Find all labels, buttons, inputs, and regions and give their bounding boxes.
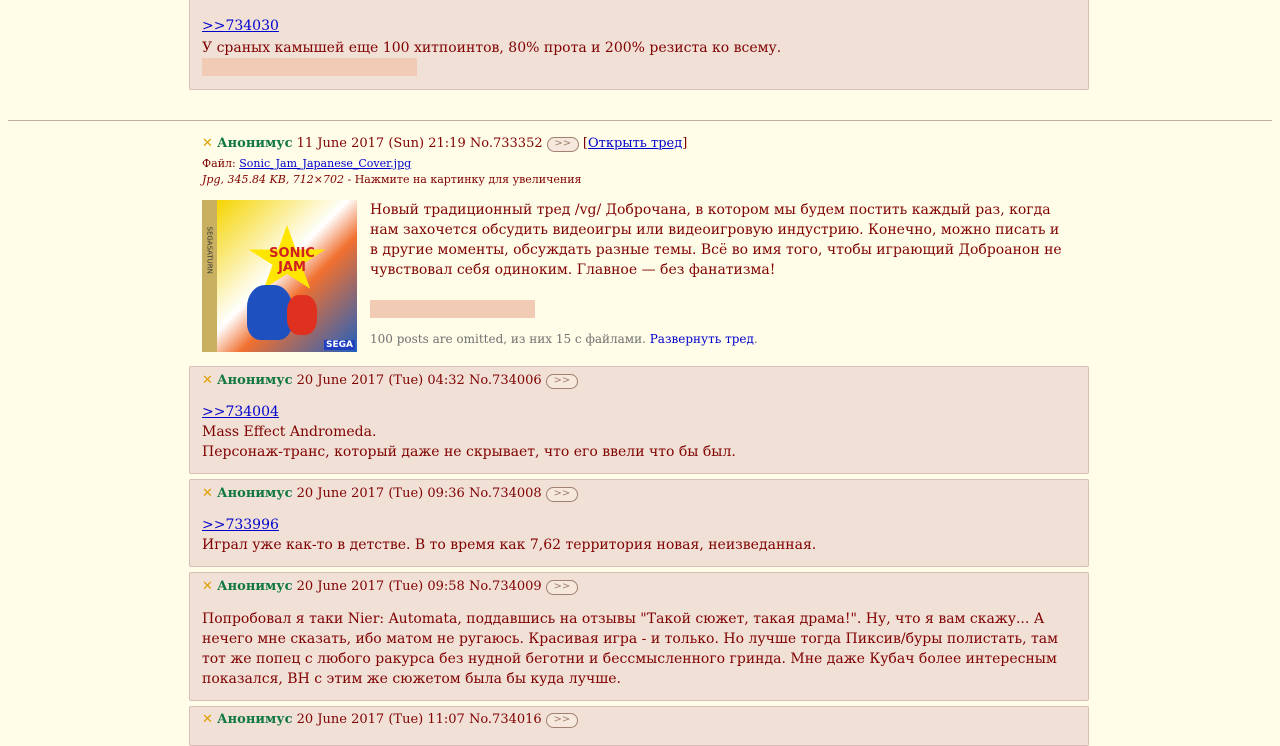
file-name-link[interactable]: Sonic_Jam_Japanese_Cover.jpg [239, 157, 411, 170]
post-number[interactable]: No.734006 [469, 373, 542, 388]
file-info: Файл: Sonic_Jam_Japanese_Cover.jpg [202, 157, 411, 170]
reply-button[interactable]: >> [545, 487, 578, 502]
post-quote-link[interactable]: >>734004 [202, 404, 279, 420]
reply-button[interactable]: >> [546, 137, 579, 152]
post-header: ✕ Анонимус 20 June 2017 (Tue) 09:36 No.7… [202, 486, 578, 502]
delete-mark-icon[interactable]: ✕ [202, 579, 213, 594]
post-text: Играл уже как-то в детстве. В то время к… [202, 537, 817, 553]
reply-post: ✕ Анонимус 20 June 2017 (Tue) 09:36 No.7… [189, 479, 1089, 567]
op-header: ✕ Анонимус 11 June 2017 (Sun) 21:19 No.7… [202, 136, 687, 152]
omitted-info: 100 posts are omitted, из них 15 с файла… [370, 332, 758, 346]
spoiler-block[interactable] [370, 300, 535, 318]
open-thread-link[interactable]: Открыть тред [588, 136, 682, 151]
post-header: ✕ Анонимус 20 June 2017 (Tue) 09:58 No.7… [202, 579, 578, 595]
post-header: ✕ Анонимус 20 June 2017 (Tue) 04:32 No.7… [202, 373, 578, 389]
reply-post-734031: >>734030 У сраных камышей еще 100 хитпои… [189, 0, 1089, 90]
post-date: 20 June 2017 (Tue) 09:58 [296, 579, 465, 594]
thread-divider [8, 120, 1272, 121]
file-hint: - Нажмите на картинку для увеличения [343, 173, 582, 186]
reply-button[interactable]: >> [545, 580, 578, 595]
op-thumbnail[interactable]: SEGASATURN SONIC JAM SEGA [202, 200, 357, 352]
post-header: ✕ Анонимус 20 June 2017 (Tue) 11:07 No.7… [202, 712, 578, 728]
poster-name: Анонимус [217, 579, 293, 594]
reply-post: ✕ Анонимус 20 June 2017 (Tue) 09:58 No.7… [189, 572, 1089, 701]
file-meta: Jpg, 345.84 KB, 712×702 - Нажмите на кар… [202, 173, 581, 186]
post-date: 11 June 2017 (Sun) 21:19 [296, 136, 466, 151]
delete-mark-icon[interactable]: ✕ [202, 486, 213, 501]
cover-title: SONIC JAM [269, 246, 315, 275]
poster-name: Анонимус [217, 373, 293, 388]
post-text: Mass Effect Andromeda. [202, 424, 377, 440]
cover-side-band: SEGASATURN [202, 200, 217, 352]
cover-side-label: SEGASATURN [205, 226, 214, 274]
reply-post: ✕ Анонимус 20 June 2017 (Tue) 04:32 No.7… [189, 366, 1089, 474]
file-label: Файл: [202, 157, 236, 170]
file-meta-text: Jpg, 345.84 KB, 712×702 [202, 173, 344, 186]
bracket: ] [682, 136, 688, 151]
poster-name: Анонимус [217, 136, 293, 151]
post-number[interactable]: No.734008 [469, 486, 542, 501]
cover-character-2 [287, 295, 317, 335]
post-quote-link[interactable]: >>734030 [202, 18, 279, 34]
cover-brand: SEGA [324, 340, 355, 350]
delete-mark-icon[interactable]: ✕ [202, 373, 213, 388]
post-date: 20 June 2017 (Tue) 09:36 [296, 486, 465, 501]
reply-button[interactable]: >> [545, 374, 578, 389]
reply-post: ✕ Анонимус 20 June 2017 (Tue) 11:07 No.7… [189, 706, 1089, 746]
expand-thread-link[interactable]: Развернуть тред [650, 332, 754, 346]
cover-character [247, 285, 292, 340]
delete-mark-icon[interactable]: ✕ [202, 136, 213, 151]
omitted-text: 100 posts are omitted, из них 15 с файла… [370, 332, 646, 346]
period: . [753, 332, 758, 346]
post-number[interactable]: No.734009 [469, 579, 542, 594]
post-date: 20 June 2017 (Tue) 04:32 [296, 373, 465, 388]
post-text: Персонаж-транс, который даже не скрывает… [202, 444, 736, 460]
op-text: Новый традиционный тред /vg/ Доброчана, … [370, 202, 1062, 278]
post-text: Попробовал я таки Nier: Automata, поддав… [202, 611, 1058, 687]
reply-button[interactable]: >> [545, 713, 578, 728]
post-quote-link[interactable]: >>733996 [202, 517, 279, 533]
spoiler-block[interactable] [202, 58, 417, 76]
post-number[interactable]: No.733352 [470, 136, 543, 151]
post-text: У сраных камышей еще 100 хитпоинтов, 80%… [202, 40, 782, 56]
poster-name: Анонимус [217, 486, 293, 501]
